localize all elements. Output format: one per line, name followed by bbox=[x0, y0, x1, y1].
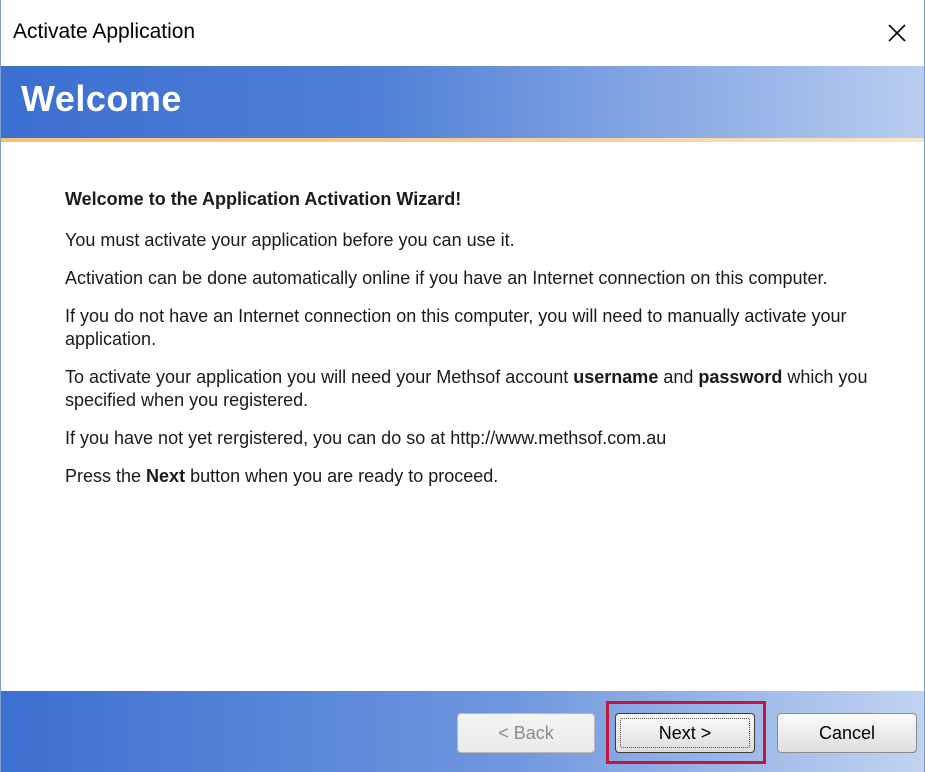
credentials-text-1: To activate your application you will ne… bbox=[65, 367, 574, 387]
close-button[interactable] bbox=[876, 12, 918, 54]
password-keyword: password bbox=[698, 367, 783, 387]
cancel-button-label: Cancel bbox=[818, 722, 876, 743]
paragraph-credentials: To activate your application you will ne… bbox=[65, 366, 905, 412]
button-bar: < Back Next > Cancel bbox=[1, 691, 924, 772]
close-icon bbox=[888, 24, 906, 42]
banner-divider bbox=[1, 138, 924, 142]
paragraph-must-activate: You must activate your application befor… bbox=[65, 230, 515, 250]
credentials-text-2: and bbox=[658, 367, 699, 387]
paragraph-proceed: Press the Next button when you are ready… bbox=[65, 465, 905, 488]
cancel-button[interactable]: Cancel bbox=[777, 713, 917, 753]
username-keyword: username bbox=[573, 367, 659, 387]
proceed-text-1: Press the bbox=[65, 466, 147, 486]
paragraph-online-activation: Activation can be done automatically onl… bbox=[65, 268, 828, 288]
window-title: Activate Application bbox=[13, 20, 196, 43]
title-bar: Activate Application bbox=[1, 0, 924, 66]
wizard-banner: Welcome bbox=[1, 66, 924, 138]
wizard-content: Welcome to the Application Activation Wi… bbox=[65, 188, 905, 503]
paragraph-manual-activation: If you do not have an Internet connectio… bbox=[65, 306, 847, 349]
next-keyword: Next bbox=[146, 466, 186, 486]
proceed-text-2: button when you are ready to proceed. bbox=[185, 466, 499, 486]
back-button[interactable]: < Back bbox=[457, 713, 595, 753]
banner-title: Welcome bbox=[21, 78, 182, 119]
next-button[interactable]: Next > bbox=[615, 713, 755, 753]
paragraph-register: If you have not yet rergistered, you can… bbox=[65, 428, 667, 448]
focus-rectangle bbox=[620, 718, 750, 748]
activation-dialog: Activate Application Welcome Welcome to … bbox=[0, 0, 925, 772]
back-button-label: < Back bbox=[498, 722, 554, 743]
content-heading: Welcome to the Application Activation Wi… bbox=[65, 189, 462, 209]
